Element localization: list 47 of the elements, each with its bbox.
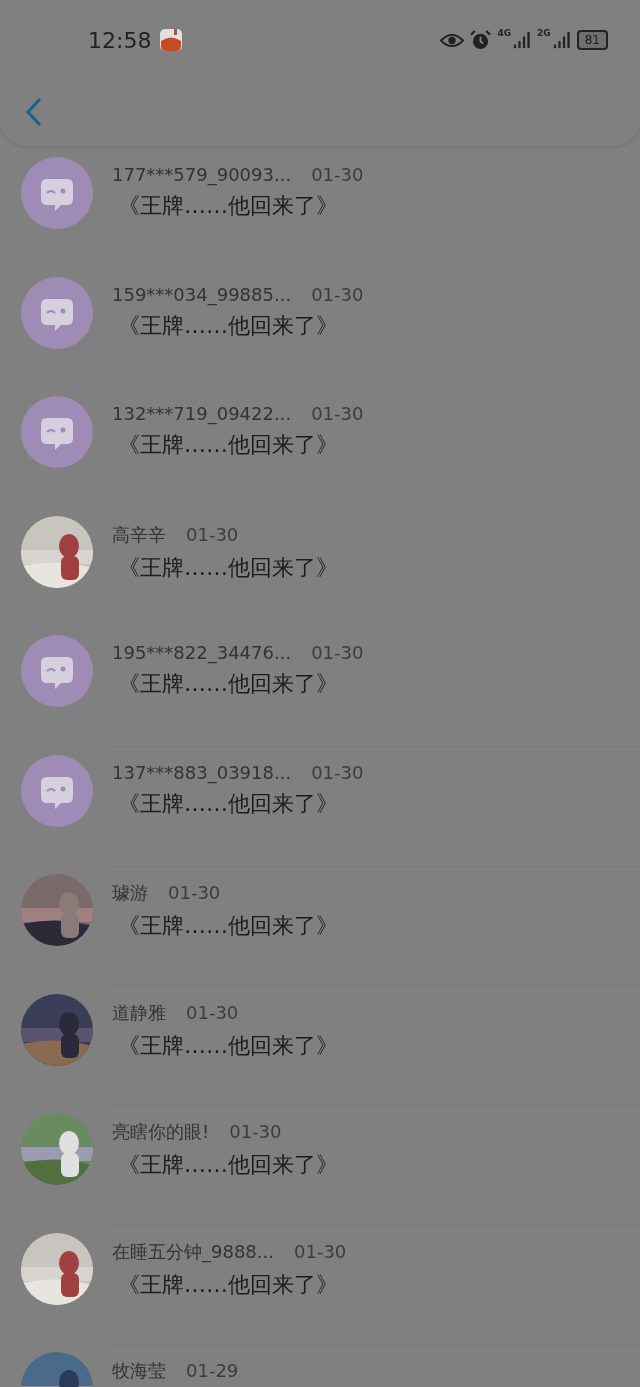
message-date: 01-30 [294, 1240, 347, 1262]
message-date: 01-30 [311, 403, 364, 424]
default-avatar-icon [21, 396, 93, 468]
status-time: 12:58 [88, 27, 152, 53]
message-date: 01-30 [186, 1001, 239, 1023]
message-preview: 《王牌……他回来了》 [118, 311, 339, 340]
message-preview: 《王牌……他回来了》 [118, 670, 339, 698]
default-avatar-icon [21, 635, 93, 707]
sender-name: 137***883_03918... [112, 761, 292, 783]
sender-name: 159***034_99885... [112, 283, 292, 305]
message-date: 01-30 [168, 882, 221, 903]
message-date: 01-29 [186, 1360, 239, 1381]
eye-icon [440, 32, 465, 48]
message-preview: 《王牌……他回来了》 [118, 192, 339, 220]
network-type-label: 4G [497, 28, 512, 38]
message-date: 01-30 [311, 283, 364, 305]
sender-name: 璩游 [112, 881, 148, 905]
message-date: 01-30 [311, 164, 364, 185]
default-avatar-icon [21, 157, 93, 229]
message-date: 01-30 [311, 761, 364, 783]
sender-name: 177***579_90093... [112, 164, 292, 185]
sender-name: 道静雅 [112, 1000, 166, 1025]
message-date: 01-30 [186, 523, 239, 545]
message-preview: 《王牌……他回来了》 [118, 912, 339, 940]
sender-name: 132***719_09422... [112, 403, 292, 424]
network-type-label: 2G [537, 28, 551, 38]
sender-name: 高辛辛 [112, 522, 166, 547]
battery-indicator: 81 [576, 30, 608, 50]
message-preview: 《王牌……他回来了》 [118, 1151, 339, 1179]
default-avatar-icon [21, 754, 93, 827]
message-preview: 《王牌……他回来了》 [118, 1031, 339, 1060]
alarm-icon [470, 29, 492, 51]
signal-icon [513, 30, 532, 50]
default-avatar-icon [21, 276, 93, 349]
sender-name: 在睡五分钟_9888... [112, 1239, 274, 1264]
message-date: 01-30 [311, 642, 364, 663]
message-preview: 《王牌……他回来了》 [118, 553, 339, 582]
sender-name: 195***822_34476... [112, 642, 292, 663]
message-preview: 《王牌……他回来了》 [118, 431, 339, 459]
signal-icon [552, 30, 571, 50]
back-button[interactable] [26, 97, 42, 127]
sender-name: 牧海莹 [112, 1359, 166, 1383]
message-preview: 《王牌……他回来了》 [118, 1270, 339, 1299]
sender-name: 亮瞎你的眼! [112, 1120, 210, 1144]
message-date: 01-30 [229, 1121, 282, 1142]
app-notification-icon [159, 28, 184, 52]
message-preview: 《王牌……他回来了》 [118, 789, 339, 818]
